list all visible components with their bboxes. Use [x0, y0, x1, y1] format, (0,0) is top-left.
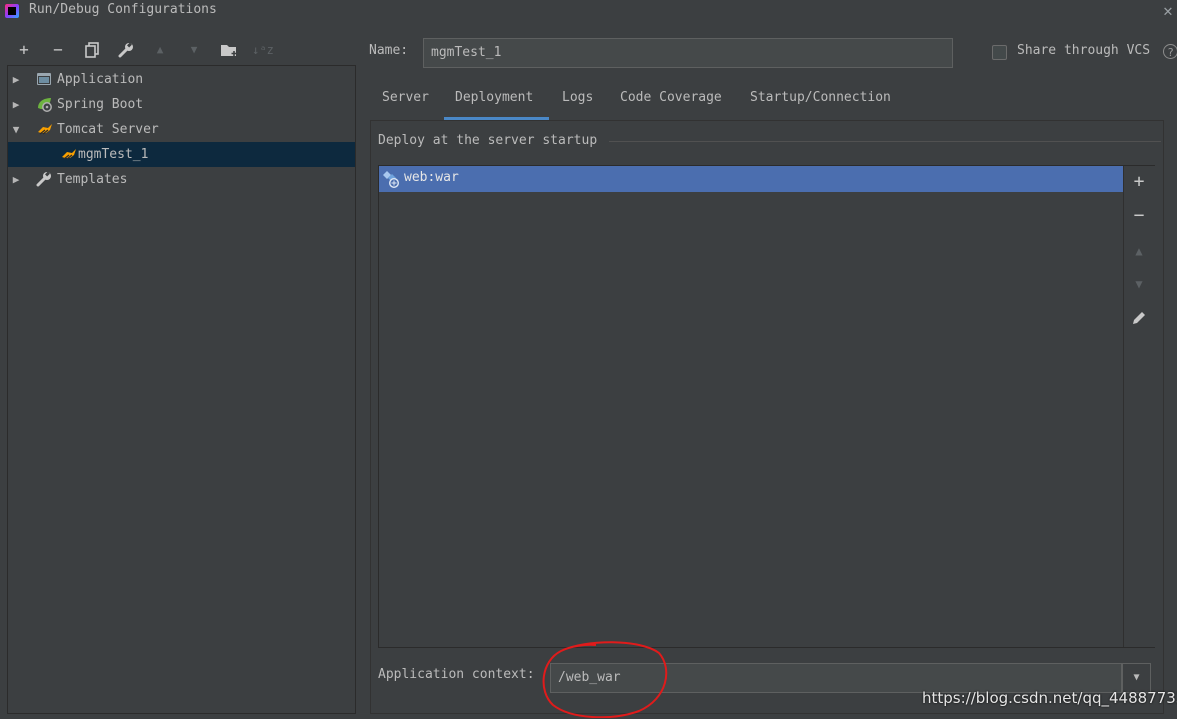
add-icon[interactable]: + [13, 40, 35, 60]
share-vcs-checkbox[interactable] [992, 45, 1007, 60]
tree-item-label: Tomcat Server [57, 122, 159, 137]
copy-icon[interactable] [81, 40, 103, 60]
tree-item-spring-boot[interactable]: ▶ Spring Boot [8, 92, 355, 117]
tree-item-label: mgmTest_1 [78, 147, 149, 162]
move-up-icon[interactable]: ▲ [149, 40, 171, 60]
tomcat-icon [36, 121, 52, 137]
remove-icon[interactable]: − [1126, 203, 1152, 229]
share-vcs-label: Share through VCS [1017, 43, 1151, 58]
configuration-tree: ▶ Application ▶ Spring Boot ▼ Tomcat Ser… [7, 65, 356, 714]
tree-item-application[interactable]: ▶ Application [8, 67, 355, 92]
tab-code-coverage[interactable]: Code Coverage [620, 88, 722, 121]
annotation-circle [542, 641, 668, 718]
window-title: Run/Debug Configurations [29, 2, 217, 17]
expand-arrow-icon[interactable]: ▶ [11, 92, 21, 117]
remove-icon[interactable]: − [47, 40, 69, 60]
tree-item-label: Application [57, 72, 144, 87]
expand-arrow-icon[interactable]: ▶ [11, 67, 21, 92]
tab-startup-connection[interactable]: Startup/Connection [750, 88, 891, 121]
name-label: Name: [369, 43, 409, 58]
close-icon[interactable]: ✕ [1160, 1, 1176, 21]
tree-item-label: Spring Boot [57, 97, 144, 112]
application-icon [36, 71, 52, 87]
scrollbar[interactable] [1170, 80, 1177, 710]
title-bar: Run/Debug Configurations ✕ [0, 0, 1177, 24]
watermark-text: https://blog.csdn.net/qq_44887733 [922, 689, 1177, 707]
artifact-list[interactable] [378, 165, 1155, 648]
app-icon [5, 4, 19, 18]
collapse-arrow-icon[interactable]: ▼ [11, 117, 21, 142]
name-input[interactable]: mgmTest_1 [423, 38, 953, 68]
wrench-icon[interactable] [115, 40, 137, 60]
artifact-icon [382, 170, 400, 189]
help-icon[interactable]: ? [1163, 44, 1177, 59]
header-separator [609, 141, 1161, 142]
list-item-label: web:war [404, 170, 459, 185]
tree-item-templates[interactable]: ▶ Templates [8, 167, 355, 192]
tab-server[interactable]: Server [382, 88, 429, 121]
list-item[interactable] [379, 166, 1123, 192]
tree-item-tomcat-server[interactable]: ▼ Tomcat Server [8, 117, 355, 142]
deploy-header: Deploy at the server startup [378, 133, 598, 148]
edit-pencil-icon[interactable] [1126, 305, 1152, 331]
expand-arrow-icon[interactable]: ▶ [11, 167, 21, 192]
wrench-icon [36, 171, 52, 187]
move-down-icon[interactable]: ▼ [183, 40, 205, 60]
move-down-icon[interactable]: ▼ [1126, 271, 1152, 297]
sort-icon[interactable]: ↓ᵃz [252, 40, 274, 60]
tree-item-label: Templates [57, 172, 128, 187]
tree-item-mgmtest-1[interactable]: mgmTest_1 [8, 142, 355, 167]
tab-logs[interactable]: Logs [562, 88, 593, 121]
new-folder-icon[interactable] [218, 40, 240, 60]
move-up-icon[interactable]: ▲ [1126, 238, 1152, 264]
spring-boot-icon [36, 96, 52, 112]
application-context-label: Application context: [378, 667, 535, 682]
tomcat-icon [60, 146, 76, 162]
add-icon[interactable]: + [1126, 169, 1152, 195]
